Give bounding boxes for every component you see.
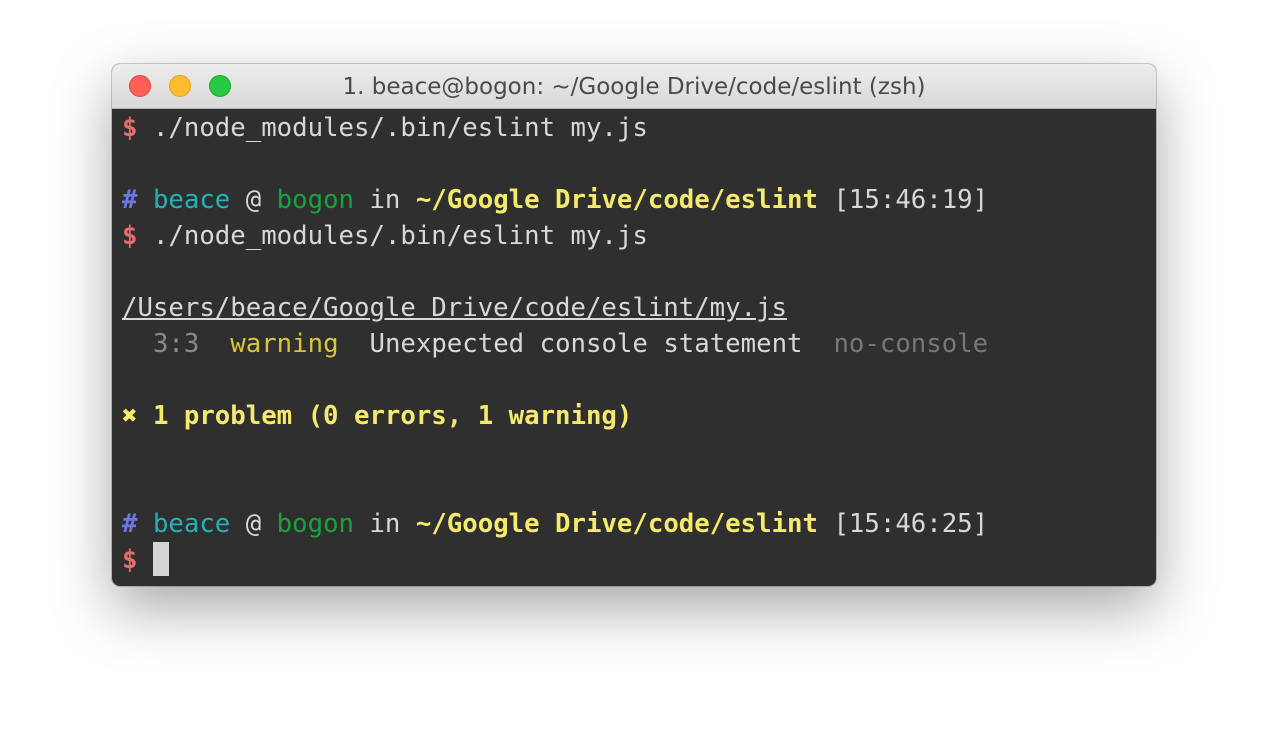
prompt-user: beace <box>152 185 231 215</box>
lint-file-line: /Users/beace/Google Drive/code/eslint/my… <box>122 290 1146 326</box>
prompt-at: @ <box>245 185 262 215</box>
lint-summary: 1 problem (0 errors, 1 warning) <box>152 401 633 431</box>
prompt-line: # beace @ bogon in ~/Google Drive/code/e… <box>122 506 1146 542</box>
hash-prompt: # <box>122 509 138 539</box>
prompt-in: in <box>369 509 401 539</box>
lint-summary-line: ✖ 1 problem (0 errors, 1 warning) <box>122 398 1146 434</box>
lint-location: 3:3 <box>152 329 200 359</box>
text-cursor <box>152 542 169 576</box>
title-bar: 1. beace@bogon: ~/Google Drive/code/esli… <box>112 64 1156 109</box>
prompt-line: # beace @ bogon in ~/Google Drive/code/e… <box>122 182 1146 218</box>
prompt-path: ~/Google Drive/code/eslint <box>415 509 818 539</box>
problem-x-icon: ✖ <box>122 401 138 431</box>
command-line: $ ./node_modules/.bin/eslint my.js <box>122 218 1146 254</box>
prompt-host: bogon <box>276 185 354 215</box>
prompt-user: beace <box>152 509 231 539</box>
current-input-line[interactable]: $ <box>122 542 1146 578</box>
prompt-at: @ <box>245 509 262 539</box>
dollar-prompt: $ <box>122 545 138 575</box>
command-text: ./node_modules/.bin/eslint my.js <box>152 221 648 251</box>
prompt-time: [15:46:25] <box>833 509 989 539</box>
window-title: 1. beace@bogon: ~/Google Drive/code/esli… <box>342 74 926 100</box>
dollar-prompt: $ <box>122 221 138 251</box>
lint-message: Unexpected console statement <box>369 329 803 359</box>
prompt-host: bogon <box>276 509 354 539</box>
command-text: ./node_modules/.bin/eslint my.js <box>152 113 648 143</box>
command-line: $ ./node_modules/.bin/eslint my.js <box>122 110 1146 146</box>
prompt-in: in <box>369 185 401 215</box>
lint-rule: no-console <box>833 329 989 359</box>
lint-warning-line: 3:3 warning Unexpected console statement… <box>122 326 1146 362</box>
dollar-prompt: $ <box>122 113 138 143</box>
prompt-time: [15:46:19] <box>833 185 989 215</box>
lint-severity: warning <box>230 329 339 359</box>
prompt-path: ~/Google Drive/code/eslint <box>415 185 818 215</box>
lint-file-path: /Users/beace/Google Drive/code/eslint/my… <box>122 293 788 323</box>
hash-prompt: # <box>122 185 138 215</box>
terminal-window: 1. beace@bogon: ~/Google Drive/code/esli… <box>112 64 1156 586</box>
terminal-output[interactable]: $ ./node_modules/.bin/eslint my.js # bea… <box>122 110 1146 586</box>
